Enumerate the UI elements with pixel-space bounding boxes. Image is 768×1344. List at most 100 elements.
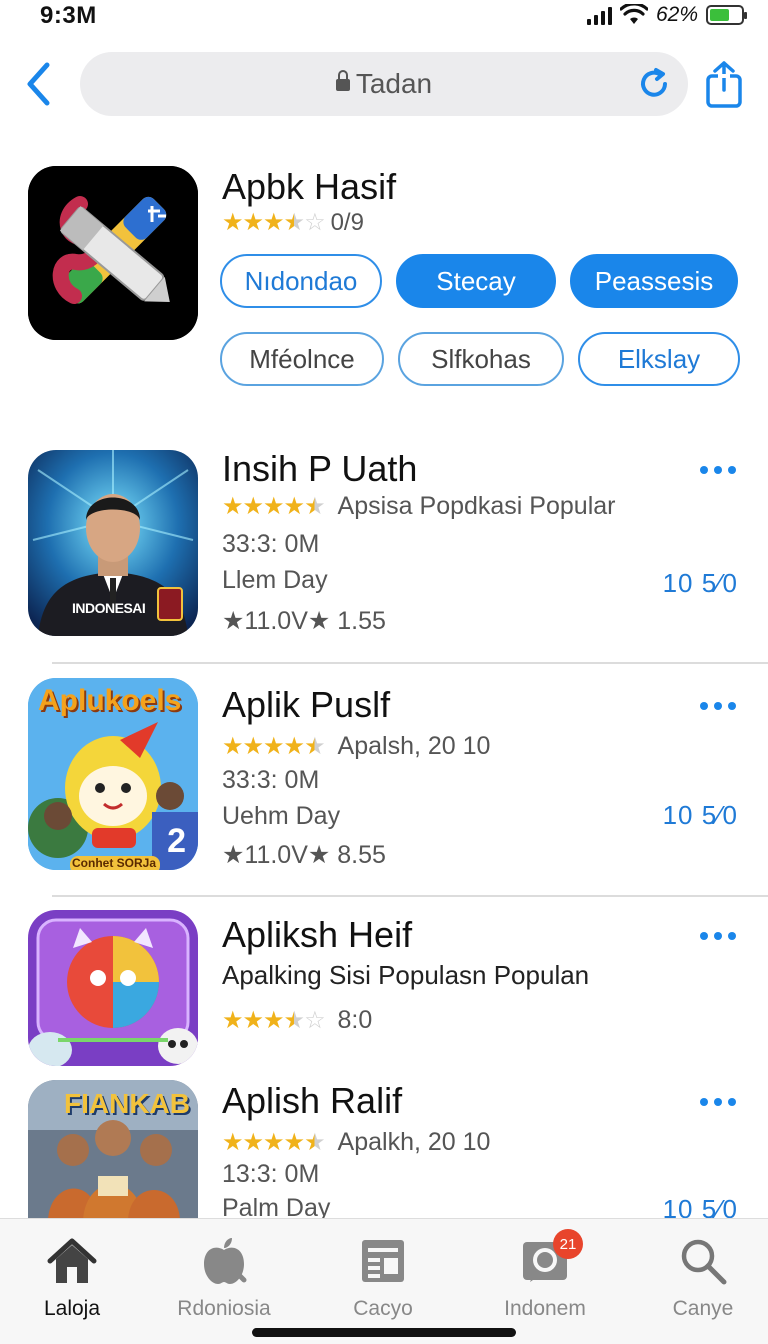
more-button[interactable] <box>700 1098 736 1106</box>
star-icon: ★ <box>222 1007 243 1034</box>
tab-bar: Laloja Rdoniosia Cacyo 21 Indonem Canye <box>0 1218 768 1344</box>
tab-home[interactable]: Laloja <box>2 1233 142 1321</box>
tab-messages[interactable]: 21 Indonem <box>475 1229 615 1321</box>
star-icon: ★ <box>283 733 305 760</box>
app-subtitle: Apalsh, 20 10 <box>337 732 491 760</box>
reload-button[interactable] <box>636 66 672 102</box>
featured-app-icon[interactable] <box>28 166 198 340</box>
share-icon <box>706 61 742 108</box>
share-button[interactable] <box>702 60 746 110</box>
app-title: Insih P Uath <box>222 448 418 489</box>
star-icon: ★ <box>222 733 243 760</box>
status-time: 9:3M <box>40 2 97 29</box>
star-icon: ★ <box>263 493 284 520</box>
lock-icon <box>335 70 350 91</box>
notification-badge: 21 <box>553 1229 583 1259</box>
app-icon-badge-text: INDONESAI <box>72 600 146 616</box>
featured-app-title: Apbk Hasif <box>222 166 397 207</box>
star-icon: ★ <box>242 493 264 520</box>
star-icon: ★ <box>222 493 243 520</box>
back-button[interactable] <box>18 60 58 108</box>
app-subtitle: Apalking Sisi Populasn Populan <box>222 960 590 990</box>
star-icon: ★ <box>263 1129 284 1156</box>
app-line-1: 13:3: 0M <box>222 1160 320 1188</box>
rating-value: 8:0 <box>337 1006 373 1034</box>
star-icon: ☆ <box>304 209 325 236</box>
list-item[interactable]: Aplukoels 2 Conhet SORJa Aplik Puslf ★★★… <box>0 678 768 884</box>
star-rating: ★★★★★ <box>222 493 326 520</box>
list-item[interactable]: Apliksh Heif Apalking Sisi Populasn Popu… <box>0 910 768 1074</box>
tab-apps[interactable]: Rdoniosia <box>154 1233 294 1321</box>
reload-icon <box>641 68 667 97</box>
app-line-1: 33:3: 0M <box>222 766 320 794</box>
star-icon: ★ <box>263 733 284 760</box>
chip-6[interactable]: Elkslay <box>578 332 740 386</box>
app-meta: 10 5⁄0 <box>662 568 738 598</box>
star-icon: ★ <box>283 493 305 520</box>
divider <box>52 662 768 664</box>
divider <box>52 895 768 897</box>
browser-nav: Tadan <box>0 52 768 116</box>
app-icon-title: FIANKAB <box>64 1088 190 1119</box>
star-rating: ★★★★★ <box>222 1129 326 1156</box>
more-button[interactable] <box>700 702 736 710</box>
status-indicators: 62% <box>586 3 747 27</box>
star-icon: ★ <box>283 1129 305 1156</box>
star-icon: ★ <box>263 1007 284 1034</box>
tab-search[interactable]: Canye <box>633 1233 768 1321</box>
more-button[interactable] <box>700 932 736 940</box>
chip-row: Nıdondao Stecay Peassesis <box>220 254 740 308</box>
wifi-icon <box>619 4 648 24</box>
chip-3[interactable]: Peassesis <box>570 254 738 308</box>
app-icon: Aplukoels 2 Conhet SORJa <box>28 678 198 870</box>
app-icon <box>28 910 198 1066</box>
app-title: Aplish Ralif <box>222 1080 403 1121</box>
star-icon: ★ <box>304 493 325 520</box>
tab-news[interactable]: Cacyo <box>313 1233 453 1321</box>
star-icon: ★ <box>222 209 243 236</box>
app-meta: 10 5⁄0 <box>662 800 738 830</box>
signal-icon <box>586 5 612 25</box>
home-icon <box>47 1238 97 1283</box>
tab-label: Rdoniosia <box>177 1297 271 1320</box>
star-icon: ★ <box>304 1129 325 1156</box>
app-icon-number: 2 <box>167 822 186 860</box>
tab-label: Cacyo <box>353 1297 413 1320</box>
chip-2[interactable]: Stecay <box>396 254 556 308</box>
tab-label: Canye <box>672 1297 734 1320</box>
search-icon <box>681 1239 727 1285</box>
app-icon-title: Aplukoels <box>38 684 182 717</box>
address-bar[interactable]: Tadan <box>80 52 688 116</box>
apple-icon <box>204 1238 247 1284</box>
app-line-1: 33:3: 0M <box>222 530 320 558</box>
star-icon: ☆ <box>304 1007 325 1034</box>
list-item[interactable]: INDONESAI Insih P Uath ★★★★★ Apsisa Popd… <box>0 448 768 648</box>
star-icon: ★ <box>283 209 305 236</box>
app-icon-badge-text: Conhet SORJa <box>72 856 157 870</box>
battery-percent: 62% <box>655 3 698 26</box>
app-line-3: ★11.0V★ 1.55 <box>222 607 386 635</box>
star-icon: ★ <box>263 209 284 236</box>
featured-rating: ★★★★☆ 0/9 <box>222 208 364 237</box>
star-icon: ★ <box>242 733 264 760</box>
star-icon: ★ <box>283 1007 305 1034</box>
app-subtitle: Apsisa Popdkasi Popular <box>337 492 616 520</box>
star-icon: ★ <box>242 1007 264 1034</box>
star-icon: ★ <box>242 209 264 236</box>
chip-5[interactable]: Slfkohas <box>398 332 564 386</box>
more-button[interactable] <box>700 466 736 474</box>
list-item[interactable]: FIANKAB Aplish Ralif ★★★★★ Apalkh, 20 10… <box>0 1080 768 1224</box>
app-line-2: Llem Day <box>222 566 328 594</box>
app-line-2: Uehm Day <box>222 802 341 830</box>
home-indicator[interactable] <box>252 1328 516 1337</box>
chevron-left-icon <box>27 62 50 106</box>
tab-label: Laloja <box>43 1297 101 1320</box>
chip-row: Mféolnce Slfkohas Elkslay <box>220 332 740 386</box>
star-rating: ★★★★☆ <box>222 1007 326 1034</box>
star-icon: ★ <box>222 1129 243 1156</box>
star-rating: ★★★★☆ <box>222 208 326 237</box>
chip-1[interactable]: Nıdondao <box>220 254 382 308</box>
featured-app: Apbk Hasif ★★★★☆ 0/9 Nıdondao Stecay Pea… <box>0 166 768 406</box>
star-rating: ★★★★★ <box>222 733 326 760</box>
chip-4[interactable]: Mféolnce <box>220 332 384 386</box>
